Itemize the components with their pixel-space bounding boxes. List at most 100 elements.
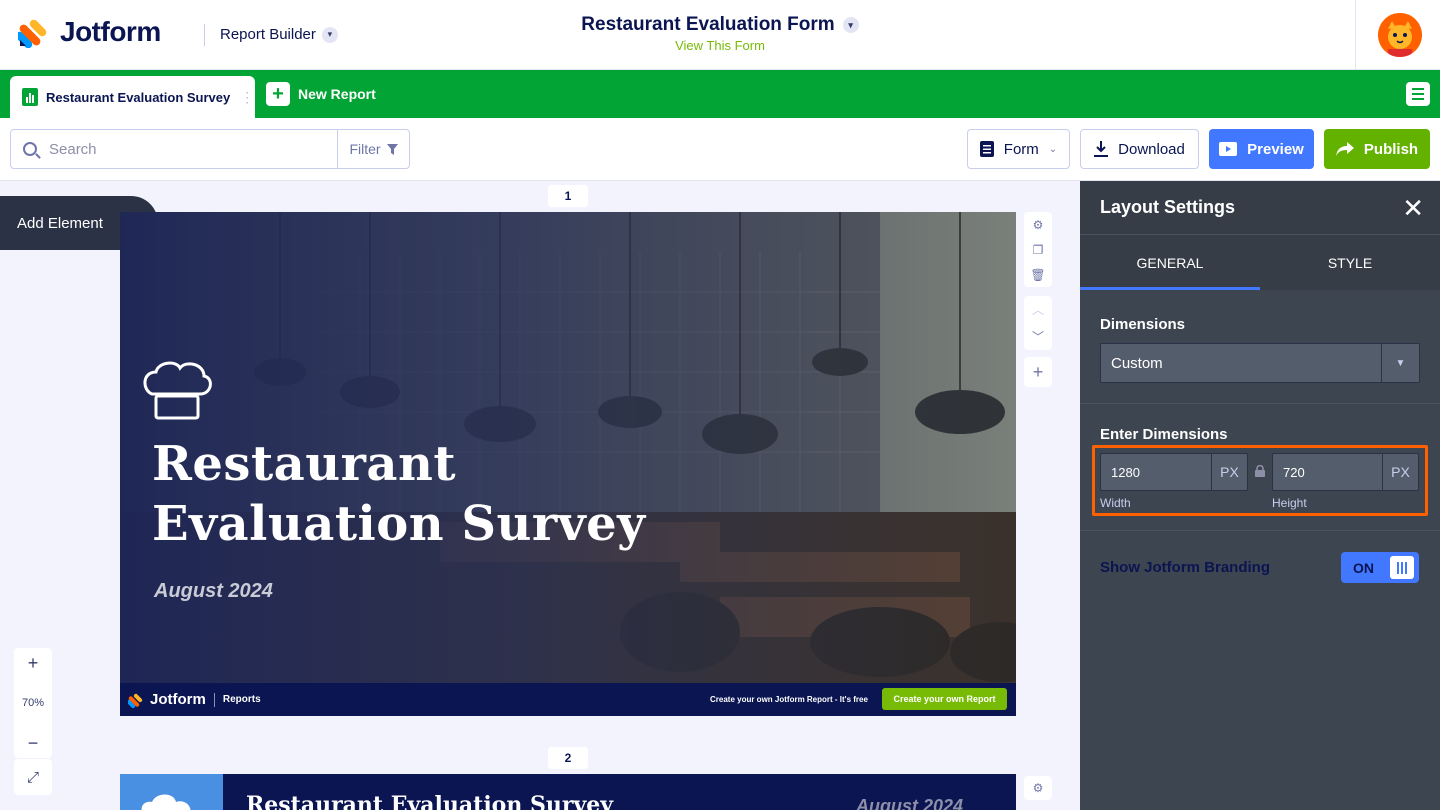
height-unit: PX — [1382, 454, 1418, 490]
form-title-text: Restaurant Evaluation Form — [581, 14, 835, 35]
account-area — [1355, 0, 1440, 70]
width-unit: PX — [1211, 454, 1247, 490]
funnel-icon — [386, 143, 398, 155]
tab-style[interactable]: STYLE — [1260, 235, 1440, 290]
slide-move: ︿ ﹀ — [1024, 296, 1052, 350]
app-switcher[interactable]: Report Builder ▾ — [220, 26, 338, 43]
dimensions-value: Custom — [1111, 354, 1163, 372]
gear-icon[interactable]: ⚙ — [1033, 781, 1044, 795]
dimensions-label: Dimensions — [1100, 316, 1186, 333]
slide-2-title: Restaurant Evaluation Survey — [246, 792, 614, 810]
jotform-logo[interactable]: Jotform — [18, 16, 161, 48]
zoom-out-button[interactable]: − — [28, 734, 39, 752]
slide-actions: ⚙ ❐ 🗑 — [1024, 212, 1052, 287]
width-field[interactable]: 1280 PX — [1100, 453, 1248, 491]
slide-2[interactable]: Restaurant Evaluation Survey August 2024 — [120, 774, 1016, 810]
chevron-up-icon[interactable]: ︿ — [1032, 301, 1044, 318]
dimensions-select[interactable]: Custom ▼ — [1100, 343, 1420, 383]
enter-dimensions-label: Enter Dimensions — [1100, 426, 1228, 443]
panel-tabs: GENERAL STYLE — [1080, 235, 1440, 290]
slide-2-actions: ⚙ — [1024, 776, 1052, 800]
slide-title: Restaurant Evaluation Survey — [152, 434, 646, 554]
chef-hat-icon — [141, 794, 191, 810]
height-value: 720 — [1283, 464, 1305, 480]
chevron-down-icon: ⌄ — [1048, 143, 1058, 155]
brand-name: Jotform — [60, 16, 161, 47]
form-title-block: Restaurant Evaluation Form ▾ View This F… — [520, 14, 920, 53]
download-button[interactable]: Download — [1080, 129, 1199, 169]
tab-restaurant-evaluation-survey[interactable]: Restaurant Evaluation Survey ⋮ — [10, 76, 255, 118]
report-canvas: Add Element + 1 — [0, 181, 1080, 810]
form-label: Form — [1003, 140, 1039, 158]
footer-brand: Jotform — [150, 691, 206, 708]
tab-label: Restaurant Evaluation Survey — [46, 89, 231, 105]
enter-dimensions-section: Enter Dimensions — [1080, 404, 1440, 443]
page-number-2: 2 — [548, 747, 588, 769]
lock-icon[interactable] — [1254, 465, 1266, 477]
zoom-control: + 70% − — [14, 648, 52, 758]
slide-title-line-1: Restaurant — [152, 436, 457, 492]
footer-cta-text: Create your own Jotform Report - It's fr… — [710, 695, 868, 704]
slide-2-date: August 2024 — [856, 796, 964, 810]
fullscreen-button[interactable]: ⤢ — [14, 759, 52, 795]
zoom-in-button[interactable]: + — [28, 654, 39, 672]
copy-icon[interactable]: ❐ — [1033, 243, 1044, 257]
jotform-logo-icon — [18, 19, 47, 48]
footer-logo: Jotform — [128, 691, 206, 708]
form-title[interactable]: Restaurant Evaluation Form ▾ — [581, 14, 859, 36]
app-name-label: Report Builder — [220, 26, 316, 43]
chevron-down-icon: ▾ — [842, 17, 859, 33]
top-bar: Jotform Report Builder ▾ Restaurant Eval… — [0, 0, 1440, 70]
jotform-logo-icon — [128, 693, 143, 708]
slide-date: August 2024 — [154, 580, 273, 602]
avatar-cat-icon — [1378, 13, 1422, 57]
more-vertical-icon[interactable]: ⋮ — [240, 89, 254, 106]
report-icon — [22, 88, 38, 106]
page-number-1: 1 — [548, 185, 588, 207]
trash-icon[interactable]: 🗑 — [1030, 268, 1045, 282]
share-arrow-icon — [1335, 142, 1354, 156]
avatar[interactable] — [1378, 13, 1422, 57]
plus-icon: + — [1032, 361, 1044, 382]
preview-button[interactable]: Preview — [1209, 129, 1314, 169]
create-report-button[interactable]: Create your own Report — [882, 688, 1007, 710]
branding-toggle[interactable]: ON — [1341, 552, 1419, 583]
form-icon — [979, 141, 994, 157]
gear-icon[interactable]: ⚙ — [1033, 218, 1044, 232]
chevron-down-icon: ▾ — [321, 26, 338, 43]
play-icon — [1219, 142, 1238, 156]
add-slide-button[interactable]: + — [1024, 357, 1052, 387]
report-tab-bar: Restaurant Evaluation Survey ⋮ + New Rep… — [0, 70, 1440, 118]
new-report-button[interactable]: + New Report — [266, 82, 376, 106]
slide-1[interactable]: Restaurant Evaluation Survey August 2024… — [120, 212, 1016, 716]
caret-down-icon: ▼ — [1381, 344, 1419, 382]
menu-icon[interactable] — [1406, 82, 1430, 106]
search-input[interactable] — [49, 140, 299, 158]
tab-general[interactable]: GENERAL — [1080, 235, 1260, 290]
toolbar: Filter Form ⌄ Download Preview Publish — [0, 118, 1440, 181]
height-label: Height — [1272, 496, 1307, 510]
preview-label: Preview — [1247, 140, 1304, 158]
search-box: Filter — [10, 129, 410, 169]
download-icon — [1094, 141, 1109, 157]
search-icon — [23, 142, 37, 156]
width-label: Width — [1100, 496, 1131, 510]
header-divider — [204, 24, 205, 46]
toggle-state: ON — [1353, 559, 1374, 576]
chevron-down-icon[interactable]: ﹀ — [1032, 328, 1044, 345]
section-divider — [1080, 530, 1440, 531]
expand-icon: ⤢ — [26, 768, 39, 786]
zoom-level: 70% — [21, 697, 45, 709]
plus-icon: + — [266, 82, 290, 106]
panel-header: Layout Settings ✕ — [1080, 181, 1440, 235]
new-report-label: New Report — [298, 86, 376, 102]
height-field[interactable]: 720 PX — [1272, 453, 1419, 491]
view-form-link[interactable]: View This Form — [520, 38, 920, 53]
slide-2-accent — [120, 774, 223, 810]
panel-title: Layout Settings — [1100, 197, 1236, 217]
publish-button[interactable]: Publish — [1324, 129, 1430, 169]
form-dropdown-button[interactable]: Form ⌄ — [967, 129, 1070, 169]
toggle-knob — [1390, 556, 1414, 579]
filter-button[interactable]: Filter — [337, 130, 409, 168]
close-icon[interactable]: ✕ — [1402, 195, 1424, 221]
